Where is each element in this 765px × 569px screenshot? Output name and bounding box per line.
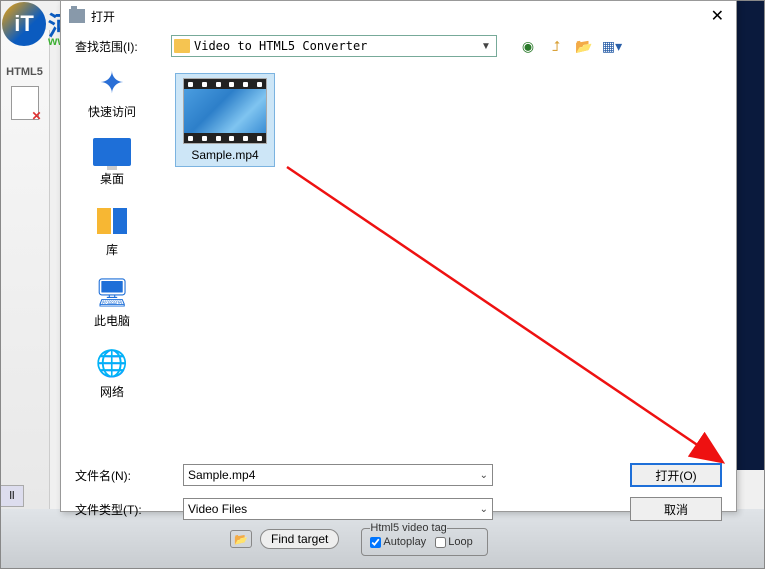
chevron-down-icon[interactable]: ⌄ [480, 470, 488, 481]
open-file-dialog: 打开 ✕ 查找范围(I): Video to HTML5 Converter ▼… [60, 0, 737, 512]
dialog-body: ✦ 快速访问 桌面 库 🖥 此电脑 🌐 网络 [61, 63, 736, 455]
lookin-label: 查找范围(I): [75, 38, 163, 55]
chevron-down-icon[interactable]: ⌄ [480, 504, 488, 515]
open-button[interactable]: 打开(O) [630, 463, 722, 487]
watermark-logo-icon: iT [2, 2, 46, 46]
filename-label: 文件名(N): [75, 467, 167, 484]
place-network[interactable]: 🌐 网络 [61, 347, 163, 400]
annotation-arrow [283, 163, 743, 483]
place-desktop[interactable]: 桌面 [61, 138, 163, 187]
place-quick-access[interactable]: ✦ 快速访问 [61, 67, 163, 120]
computer-icon: 🖥 [93, 276, 131, 308]
filetype-value: Video Files [188, 502, 247, 516]
place-libraries[interactable]: 库 [61, 205, 163, 258]
dialog-folder-icon [69, 9, 85, 23]
lookin-value: Video to HTML5 Converter [194, 39, 478, 53]
filetype-label: 文件类型(T): [75, 501, 167, 518]
desktop-icon [93, 138, 131, 166]
app-left-toolbar: HTML5 [0, 30, 50, 510]
remove-doc-icon[interactable] [11, 86, 39, 120]
html5-label: HTML5 [0, 66, 49, 78]
video-thumbnail-icon [183, 78, 267, 144]
back-icon[interactable]: ◉ [519, 37, 537, 55]
filename-input[interactable]: Sample.mp4 ⌄ [183, 464, 493, 486]
file-item-sample[interactable]: Sample.mp4 [175, 73, 275, 167]
lookin-combo[interactable]: Video to HTML5 Converter ▼ [171, 35, 497, 57]
network-icon: 🌐 [93, 347, 131, 379]
folder-icon [174, 39, 190, 53]
cancel-button[interactable]: 取消 [630, 497, 722, 521]
dialog-titlebar: 打开 ✕ [61, 1, 736, 31]
filename-value: Sample.mp4 [188, 468, 255, 482]
up-icon[interactable]: ⮥ [547, 37, 565, 55]
star-icon: ✦ [93, 67, 131, 99]
lookin-row: 查找范围(I): Video to HTML5 Converter ▼ ◉ ⮥ … [61, 31, 736, 63]
nav-toolbar: ◉ ⮥ 📂 ▦▾ [519, 37, 621, 55]
place-this-pc[interactable]: 🖥 此电脑 [61, 276, 163, 329]
dialog-title: 打开 [91, 8, 115, 25]
close-button[interactable]: ✕ [707, 6, 728, 26]
bottom-left-button[interactable]: ll [0, 485, 24, 507]
libraries-icon [93, 205, 131, 237]
filetype-combo[interactable]: Video Files ⌄ [183, 498, 493, 520]
places-bar: ✦ 快速访问 桌面 库 🖥 此电脑 🌐 网络 [61, 63, 163, 455]
file-name: Sample.mp4 [180, 148, 270, 162]
chevron-down-icon[interactable]: ▼ [478, 41, 494, 52]
file-list[interactable]: Sample.mp4 [163, 63, 736, 455]
view-menu-icon[interactable]: ▦▾ [603, 37, 621, 55]
new-folder-icon[interactable]: 📂 [575, 37, 593, 55]
dialog-footer: 文件名(N): Sample.mp4 ⌄ 打开(O) 文件类型(T): Vide… [61, 455, 736, 541]
